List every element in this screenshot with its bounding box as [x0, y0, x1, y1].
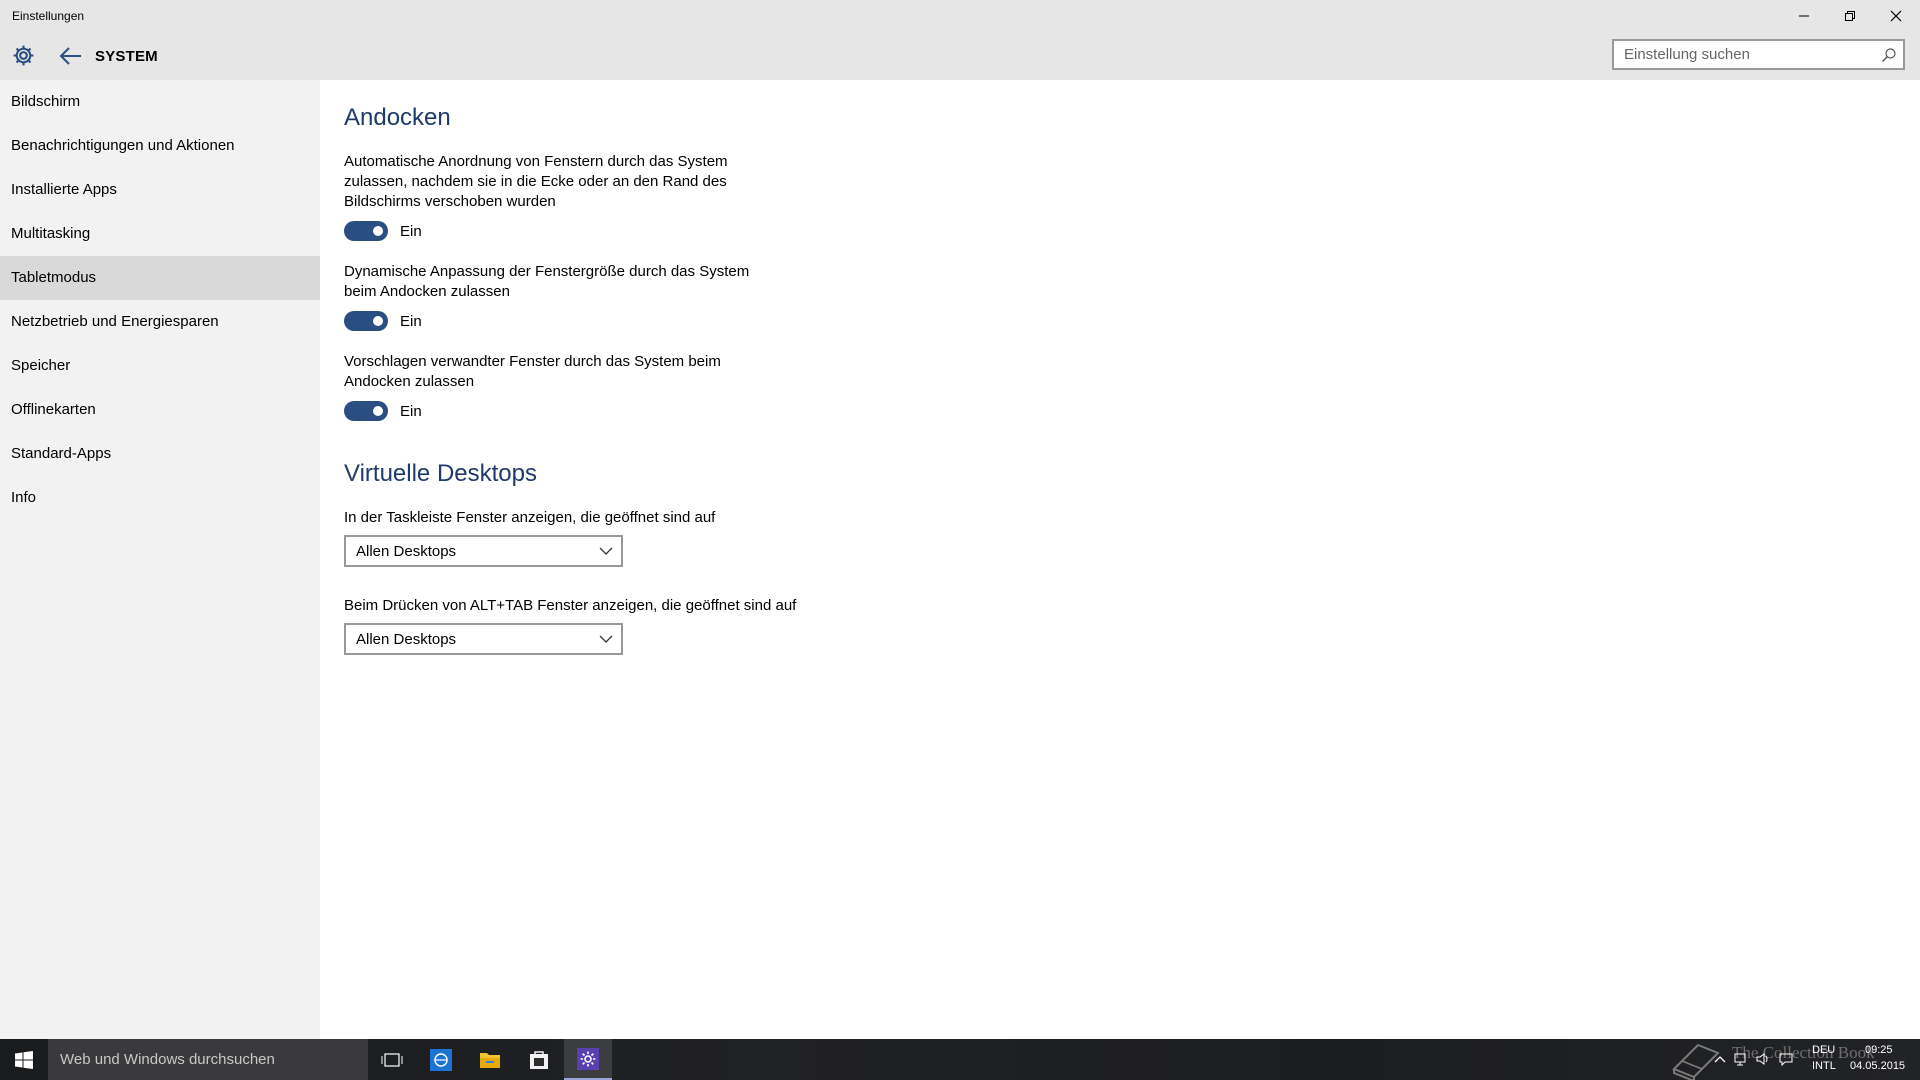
settings-app-icon [577, 1047, 599, 1070]
input-language-bottom[interactable]: INTL [1812, 1060, 1836, 1072]
taskbar-search-box[interactable]: Web und Windows durchsuchen [48, 1039, 368, 1080]
search-input[interactable] [1614, 41, 1874, 68]
windows-start-icon [15, 1050, 33, 1069]
action-center-icon[interactable] [1778, 1051, 1794, 1067]
chevron-down-icon [599, 635, 613, 643]
chevron-down-icon [599, 547, 613, 555]
setting-description: Vorschlagen verwandter Fenster durch das… [344, 353, 721, 390]
sidebar-item-netzbetrieb[interactable]: Netzbetrieb und Energiesparen [0, 300, 320, 344]
dropdown-value: Allen Desktops [356, 543, 457, 560]
snap-resize-toggle[interactable] [344, 311, 388, 331]
setting-description: Automatische Anordnung von Fenstern durc… [344, 153, 728, 210]
clock-time[interactable]: 09:25 [1865, 1044, 1893, 1056]
search-icon[interactable] [1881, 47, 1897, 63]
minimize-icon [1799, 15, 1809, 17]
toggle-knob [373, 406, 383, 416]
alttab-desktops-dropdown[interactable]: Allen Desktops [344, 623, 623, 655]
minimize-button[interactable] [1781, 0, 1827, 32]
settings-search-box[interactable] [1612, 39, 1905, 70]
toggle-knob [373, 316, 383, 326]
sidebar-item-benachrichtigungen[interactable]: Benachrichtigungen und Aktionen [0, 124, 320, 168]
input-language-top[interactable]: DEU [1812, 1044, 1835, 1056]
taskbar-app-explorer[interactable] [466, 1039, 514, 1080]
page-title: SYSTEM [95, 48, 158, 65]
sidebar-item-offlinekarten[interactable]: Offlinekarten [0, 388, 320, 432]
chevron-up-icon[interactable] [1712, 1051, 1728, 1067]
taskbar-search-placeholder: Web und Windows durchsuchen [60, 1051, 275, 1068]
dropdown-value: Allen Desktops [356, 631, 457, 648]
sidebar-item-info[interactable]: Info [0, 476, 320, 520]
taskbar-desktops-dropdown[interactable]: Allen Desktops [344, 535, 623, 567]
task-view-button[interactable] [368, 1039, 416, 1080]
volume-icon[interactable] [1755, 1051, 1771, 1067]
start-button[interactable] [0, 1039, 48, 1080]
sidebar-item-standard-apps[interactable]: Standard-Apps [0, 432, 320, 476]
sidebar-item-speicher[interactable]: Speicher [0, 344, 320, 388]
taskbar-windows-label: In der Taskleiste Fenster anzeigen, die … [344, 509, 716, 526]
sidebar-item-tabletmodus[interactable]: Tabletmodus [0, 256, 320, 300]
sidebar-item-multitasking[interactable]: Multitasking [0, 212, 320, 256]
gear-icon [13, 45, 34, 66]
snap-arrange-toggle[interactable] [344, 221, 388, 241]
toggle-state-label: Ein [400, 223, 422, 240]
header: SYSTEM [0, 32, 1920, 80]
main-content: Andocken Automatische Anordnung von Fens… [320, 80, 1920, 1039]
back-arrow-icon[interactable] [59, 45, 83, 67]
toggle-knob [373, 226, 383, 236]
ie-icon [430, 1048, 452, 1071]
title-bar: Einstellungen [0, 0, 1920, 32]
alttab-windows-label: Beim Drücken von ALT+TAB Fenster anzeige… [344, 597, 797, 614]
taskbar-app-store[interactable] [515, 1039, 563, 1080]
setting-description: Dynamische Anpassung der Fenstergröße du… [344, 263, 750, 300]
taskbar-app-settings[interactable] [564, 1039, 612, 1080]
task-view-icon [381, 1052, 403, 1067]
section-heading-andocken: Andocken [344, 104, 451, 131]
restore-icon [1845, 11, 1855, 21]
toggle-state-label: Ein [400, 313, 422, 330]
file-explorer-icon [480, 1052, 500, 1068]
close-button[interactable] [1873, 0, 1919, 32]
store-icon [530, 1050, 548, 1069]
close-icon [1890, 10, 1902, 22]
toggle-state-label: Ein [400, 403, 422, 420]
sidebar-item-bildschirm[interactable]: Bildschirm [0, 80, 320, 124]
taskbar: Web und Windows durchsuchen The Collecti… [0, 1039, 1920, 1080]
sidebar: Bildschirm Benachrichtigungen und Aktion… [0, 80, 320, 1039]
clock-date[interactable]: 04.05.2015 [1850, 1060, 1905, 1072]
sidebar-item-installierte-apps[interactable]: Installierte Apps [0, 168, 320, 212]
network-icon[interactable] [1733, 1051, 1749, 1067]
snap-suggest-toggle[interactable] [344, 401, 388, 421]
section-heading-virtual-desktops: Virtuelle Desktops [344, 460, 537, 487]
restore-button[interactable] [1827, 0, 1873, 32]
window-title: Einstellungen [12, 9, 85, 23]
taskbar-app-ie[interactable] [417, 1039, 465, 1080]
